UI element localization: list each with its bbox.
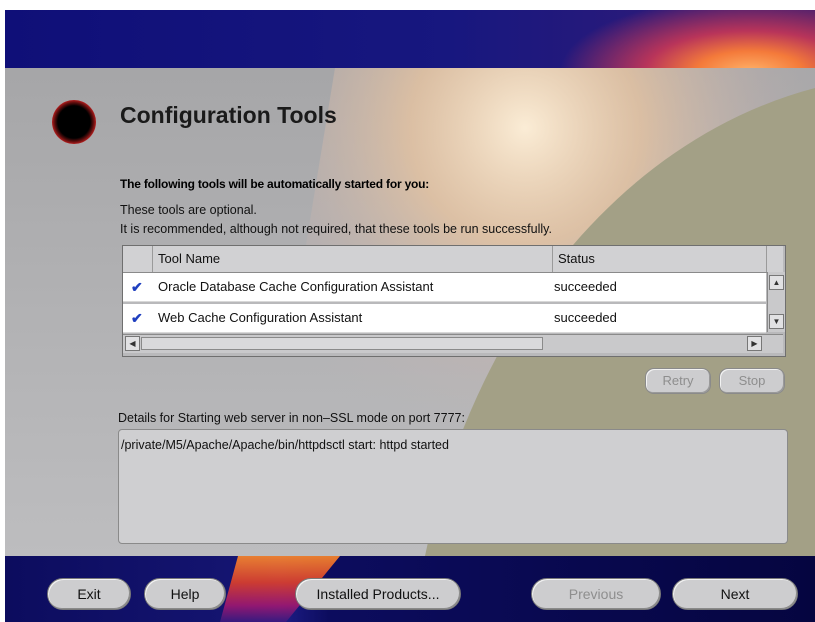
section-bullet-icon (52, 100, 96, 144)
check-icon[interactable]: ✔ (131, 273, 143, 301)
check-icon[interactable]: ✔ (131, 304, 143, 332)
previous-button[interactable]: Previous (531, 578, 661, 610)
column-header-status[interactable]: Status (553, 246, 767, 272)
status-cell: succeeded (554, 279, 617, 294)
details-textarea[interactable]: /private/M5/Apache/Apache/bin/httpdsctl … (118, 429, 788, 544)
scrollbar-thumb[interactable] (141, 337, 543, 350)
scroll-down-icon[interactable]: ▼ (769, 314, 784, 329)
scroll-up-icon[interactable]: ▲ (769, 275, 784, 290)
optional-note: These tools are optional. (120, 203, 257, 217)
details-label: Details for Starting web server in non–S… (118, 411, 465, 425)
installed-products-button[interactable]: Installed Products... (295, 578, 461, 610)
table-row[interactable]: ✔ Web Cache Configuration Assistant succ… (123, 304, 766, 333)
tool-name-cell: Web Cache Configuration Assistant (158, 310, 363, 325)
details-text: /private/M5/Apache/Apache/bin/httpdsctl … (121, 438, 449, 452)
page-title: Configuration Tools (120, 102, 337, 128)
table-row[interactable]: ✔ Oracle Database Cache Configuration As… (123, 273, 766, 302)
column-header-check (123, 246, 153, 272)
scroll-right-icon[interactable]: ▶ (747, 336, 762, 351)
retry-button[interactable]: Retry (645, 368, 711, 394)
recommend-note: It is recommended, although not required… (120, 222, 552, 236)
exit-button[interactable]: Exit (47, 578, 131, 610)
vertical-scrollbar[interactable]: ▲ ▼ (767, 272, 785, 332)
status-cell: succeeded (554, 310, 617, 325)
column-header-tool-name[interactable]: Tool Name (153, 246, 553, 272)
section-subtitle: The following tools will be automaticall… (120, 177, 430, 191)
help-button[interactable]: Help (144, 578, 226, 610)
scroll-left-icon[interactable]: ◀ (125, 336, 140, 351)
tool-name-cell: Oracle Database Cache Configuration Assi… (158, 279, 434, 294)
table-header: Tool Name Status (123, 246, 783, 273)
tools-table: Tool Name Status ✔ Oracle Database Cache… (122, 245, 786, 357)
stop-button[interactable]: Stop (719, 368, 785, 394)
header-banner (5, 10, 815, 68)
next-button[interactable]: Next (672, 578, 798, 610)
horizontal-scrollbar[interactable]: ◀ ▶ (123, 334, 783, 353)
